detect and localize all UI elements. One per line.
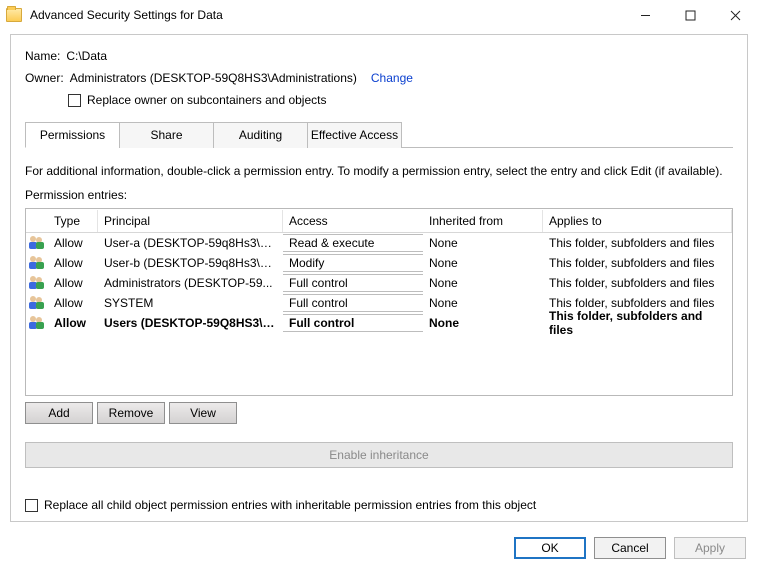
entries-label: Permission entries: (25, 188, 733, 202)
cell-access: Full control (283, 294, 423, 312)
ok-button[interactable]: OK (514, 537, 586, 559)
tab-permissions[interactable]: Permissions (25, 122, 120, 148)
enable-inheritance-button[interactable]: Enable inheritance (25, 442, 733, 468)
cell-access: Full control (283, 314, 423, 332)
owner-label: Owner: (25, 71, 64, 85)
tabs: Permissions Share Auditing Effective Acc… (25, 121, 733, 148)
replace-all-label: Replace all child object permission entr… (44, 498, 536, 512)
cell-applies: This folder, subfolders and files (543, 255, 732, 271)
view-button[interactable]: View (169, 402, 237, 424)
remove-button[interactable]: Remove (97, 402, 165, 424)
table-row[interactable]: AllowUser-b (DESKTOP-59q8Hs3\U...ModifyN… (26, 253, 732, 273)
cell-access: Modify (283, 254, 423, 272)
col-inherited[interactable]: Inherited from (423, 210, 543, 232)
minimize-button[interactable] (623, 0, 668, 30)
cell-applies: This folder, subfolders and files (543, 275, 732, 291)
maximize-button[interactable] (668, 0, 713, 30)
replace-owner-label: Replace owner on subcontainers and objec… (87, 93, 326, 107)
cell-type: Allow (48, 275, 98, 291)
folder-icon (6, 8, 22, 22)
cell-type: Allow (48, 255, 98, 271)
people-icon (26, 296, 48, 310)
name-label: Name: (25, 49, 60, 63)
cell-type: Allow (48, 315, 98, 331)
apply-button[interactable]: Apply (674, 537, 746, 559)
replace-all-checkbox[interactable] (25, 499, 38, 512)
cell-principal: User-a (DESKTOP-59q8Hs3\U... (98, 235, 283, 251)
tab-auditing[interactable]: Auditing (213, 122, 308, 148)
col-access[interactable]: Access (283, 210, 423, 232)
replace-owner-checkbox[interactable] (68, 94, 81, 107)
window-title: Advanced Security Settings for Data (30, 8, 223, 22)
grid-header: Type Principal Access Inherited from App… (26, 209, 732, 233)
close-button[interactable] (713, 0, 758, 30)
content-pane: Name: C:\Data Owner: Administrators (DES… (10, 34, 748, 522)
people-icon (26, 276, 48, 290)
dialog-footer: OK Cancel Apply (514, 537, 746, 559)
cell-inherited: None (423, 275, 543, 291)
table-row[interactable]: AllowUsers (DESKTOP-59Q8HS3\Us.Full cont… (26, 313, 732, 333)
owner-value: Administrators (DESKTOP-59Q8HS3\Administ… (70, 71, 357, 85)
permission-grid: Type Principal Access Inherited from App… (25, 208, 733, 396)
table-row[interactable]: AllowUser-a (DESKTOP-59q8Hs3\U...Read & … (26, 233, 732, 253)
cell-principal: User-b (DESKTOP-59q8Hs3\U... (98, 255, 283, 271)
col-type[interactable]: Type (48, 210, 98, 232)
info-text: For additional information, double-click… (25, 164, 733, 178)
cell-type: Allow (48, 235, 98, 251)
tab-effective-access[interactable]: Effective Access (307, 122, 402, 148)
cell-inherited: None (423, 255, 543, 271)
cell-applies: This folder, subfolders and files (543, 235, 732, 251)
cell-principal: SYSTEM (98, 295, 283, 311)
people-icon (26, 256, 48, 270)
col-principal[interactable]: Principal (98, 210, 283, 232)
col-applies[interactable]: Applies to (543, 210, 732, 232)
table-row[interactable]: AllowAdministrators (DESKTOP-59...Full c… (26, 273, 732, 293)
people-icon (26, 316, 48, 330)
cell-inherited: None (423, 235, 543, 251)
cell-applies: This folder, subfolders and files (543, 308, 732, 338)
cell-principal: Users (DESKTOP-59Q8HS3\Us. (98, 315, 283, 331)
owner-row: Owner: Administrators (DESKTOP-59Q8HS3\A… (25, 71, 733, 85)
titlebar: Advanced Security Settings for Data (0, 0, 758, 30)
name-row: Name: C:\Data (25, 49, 733, 63)
cell-principal: Administrators (DESKTOP-59... (98, 275, 283, 291)
cell-inherited: None (423, 295, 543, 311)
cell-access: Full control (283, 274, 423, 292)
people-icon (26, 236, 48, 250)
replace-all-row: Replace all child object permission entr… (25, 498, 733, 512)
replace-owner-row: Replace owner on subcontainers and objec… (25, 93, 733, 107)
change-owner-link[interactable]: Change (371, 71, 413, 85)
cell-access: Read & execute (283, 234, 423, 252)
cell-type: Allow (48, 295, 98, 311)
cancel-button[interactable]: Cancel (594, 537, 666, 559)
cell-inherited: None (423, 315, 543, 331)
add-button[interactable]: Add (25, 402, 93, 424)
name-value: C:\Data (66, 49, 107, 63)
entry-buttons: Add Remove View (25, 402, 733, 424)
tab-share[interactable]: Share (119, 122, 214, 148)
enable-inheritance-row: Enable inheritance (25, 442, 733, 468)
